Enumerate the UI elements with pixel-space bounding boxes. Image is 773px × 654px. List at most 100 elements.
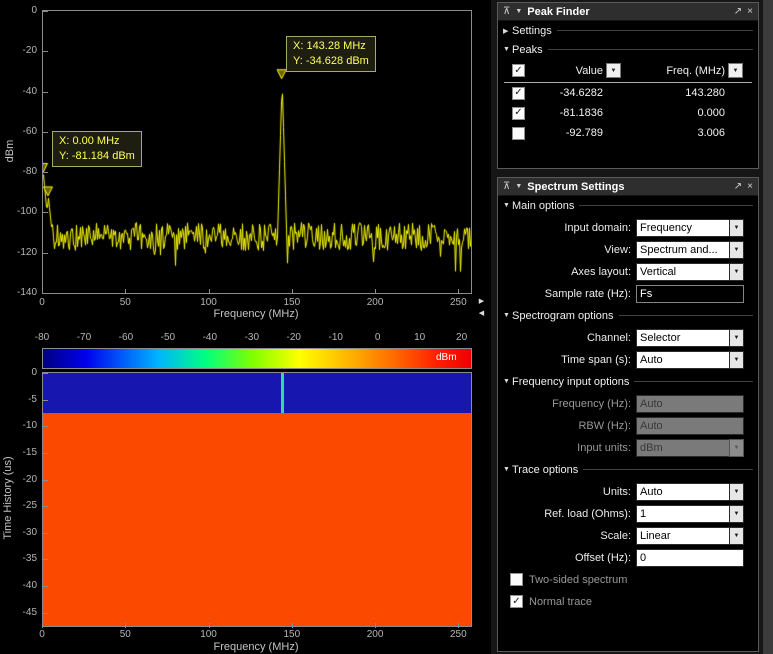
chevron-down-icon: ▼	[729, 329, 744, 347]
undock-icon[interactable]: ↗	[734, 178, 742, 196]
axis-tick-label: -30	[0, 527, 37, 539]
normal-trace-label: Normal trace	[529, 596, 592, 608]
axis-tick	[458, 623, 459, 628]
offset-input[interactable]: 0	[636, 549, 744, 567]
axis-tick-label: 10	[407, 332, 433, 344]
axis-tick	[43, 92, 48, 93]
settings-section-header[interactable]: ▶ Settings	[498, 21, 758, 40]
splitter-expand-icon[interactable]: ▶	[474, 296, 489, 308]
collapse-panel-icon[interactable]: ▼	[515, 3, 522, 21]
peak-finder-title: Peak Finder	[527, 6, 729, 18]
input-domain-dropdown[interactable]: Frequency ▼	[636, 219, 744, 237]
peak-row-checkbox[interactable]: ✓	[512, 87, 525, 100]
trace-options-label: Trace options	[512, 464, 578, 476]
collapse-icon: ▼	[503, 202, 512, 209]
frequency-label: Frequency (Hz):	[498, 398, 636, 410]
peak-row[interactable]: ✓ -92.789 3.006	[504, 123, 752, 143]
section-rule	[579, 205, 753, 206]
normal-trace-row[interactable]: ✓ Normal trace	[510, 592, 758, 611]
peak-cursor-tooltip-main[interactable]: X: 143.28 MHz Y: -34.628 dBm	[286, 36, 376, 72]
channel-label: Channel:	[498, 332, 636, 344]
axis-tick-label: -40	[197, 332, 223, 344]
select-all-checkbox[interactable]: ✓	[512, 64, 525, 77]
axis-tick-label: -50	[155, 332, 181, 344]
collapse-icon: ▼	[503, 312, 512, 319]
peak-row-checkbox[interactable]: ✓	[512, 107, 525, 120]
axis-tick-label: 0	[27, 629, 57, 641]
channel-dropdown[interactable]: Selector ▼	[636, 329, 744, 347]
rbw-label: RBW (Hz):	[498, 420, 636, 432]
main-options-header[interactable]: ▼ Main options	[498, 196, 758, 215]
check-icon: ✓	[514, 66, 522, 76]
ref-load-label: Ref. load (Ohms):	[498, 508, 636, 520]
peak-freq: 143.280	[628, 87, 728, 99]
axis-tick-label: -45	[0, 607, 37, 619]
axis-tick	[375, 623, 376, 628]
peak-row-checkbox[interactable]: ✓	[512, 127, 525, 140]
normal-trace-checkbox[interactable]: ✓	[510, 595, 523, 608]
collapse-panel-icon[interactable]: ▼	[515, 178, 522, 196]
axis-tick-label: 20	[449, 332, 475, 344]
two-sided-spectrum-label: Two-sided spectrum	[529, 574, 627, 586]
units-dropdown[interactable]: Auto ▼	[636, 483, 744, 501]
cursor-y-readout: Y: -34.628 dBm	[293, 54, 369, 69]
trace-options-header[interactable]: ▼ Trace options	[498, 460, 758, 479]
close-icon[interactable]: ×	[747, 3, 753, 21]
undock-icon[interactable]: ↗	[734, 3, 742, 21]
panel-splitter[interactable]: ▶ ◀	[474, 296, 489, 320]
input-units-dropdown: dBm ▼	[636, 439, 744, 457]
pin-icon[interactable]: ⊼	[503, 3, 510, 21]
two-sided-spectrum-checkbox[interactable]: ✓	[510, 573, 523, 586]
peak-row[interactable]: ✓ -81.1836 0.000	[504, 103, 752, 123]
peak-finder-titlebar[interactable]: ⊼ ▼ Peak Finder ↗ ×	[498, 3, 758, 21]
splitter-collapse-icon[interactable]: ◀	[474, 308, 489, 320]
scale-dropdown[interactable]: Linear ▼	[636, 527, 744, 545]
axis-tick	[42, 623, 43, 628]
value-filter-button[interactable]: ▼	[606, 63, 621, 78]
axis-tick-label: 200	[360, 629, 390, 641]
spectrum-x-axis-label: Frequency (MHz)	[42, 308, 470, 320]
frequency-input-options-header[interactable]: ▼ Frequency input options	[498, 372, 758, 391]
spectrogram-options-header[interactable]: ▼ Spectrogram options	[498, 306, 758, 325]
view-dropdown[interactable]: Spectrum and... ▼	[636, 241, 744, 259]
channel-value: Selector	[636, 329, 729, 347]
spectrum-settings-titlebar[interactable]: ⊼ ▼ Spectrum Settings ↗ ×	[498, 178, 758, 196]
ref-load-input[interactable]: 1 ▼	[636, 505, 744, 523]
peak-freq: 0.000	[628, 107, 728, 119]
axis-tick-label: -120	[0, 247, 37, 259]
peak-cursor-tooltip-dc[interactable]: X: 0.00 MHz Y: -81.184 dBm	[52, 131, 142, 167]
axis-tick-label: -10	[0, 420, 37, 432]
expand-icon: ▶	[503, 27, 512, 35]
section-rule	[583, 469, 753, 470]
time-span-dropdown[interactable]: Auto ▼	[636, 351, 744, 369]
plot-area: dBm X: 143.28 MHz Y: -34.628 dBm X: 0.00…	[0, 0, 491, 654]
axis-tick-label: 200	[360, 297, 390, 309]
units-label: Units:	[498, 486, 636, 498]
colorbar-unit-label: dBm	[436, 352, 457, 363]
axis-tick	[43, 586, 48, 587]
peak-value: -34.6282	[534, 87, 606, 99]
spectrogram-heatmap[interactable]	[42, 372, 472, 627]
close-icon[interactable]: ×	[747, 178, 753, 196]
spectrogram-recent-band	[43, 373, 471, 413]
freq-filter-button[interactable]: ▼	[728, 63, 743, 78]
value-column-header[interactable]: Value	[534, 65, 606, 77]
axis-tick-label: -100	[0, 206, 37, 218]
axis-tick-label: -40	[0, 86, 37, 98]
pin-icon[interactable]: ⊼	[503, 178, 510, 196]
spectrum-settings-title: Spectrum Settings	[527, 181, 729, 193]
axis-tick-label: 0	[365, 332, 391, 344]
chevron-down-icon: ▼	[729, 351, 744, 369]
spectrogram-signal-line	[281, 373, 284, 413]
settings-section-label: Settings	[512, 25, 552, 37]
scale-label: Scale:	[498, 530, 636, 542]
two-sided-spectrum-row[interactable]: ✓ Two-sided spectrum	[510, 570, 758, 589]
freq-column-header[interactable]: Freq. (MHz)	[628, 65, 728, 77]
peak-freq: 3.006	[628, 127, 728, 139]
axis-tick	[43, 559, 48, 560]
axes-layout-dropdown[interactable]: Vertical ▼	[636, 263, 744, 281]
peak-row[interactable]: ✓ -34.6282 143.280	[504, 83, 752, 103]
sample-rate-input[interactable]: Fs	[636, 285, 744, 303]
chevron-down-icon: ▼	[729, 241, 744, 259]
peaks-section-header[interactable]: ▼ Peaks	[498, 40, 758, 59]
